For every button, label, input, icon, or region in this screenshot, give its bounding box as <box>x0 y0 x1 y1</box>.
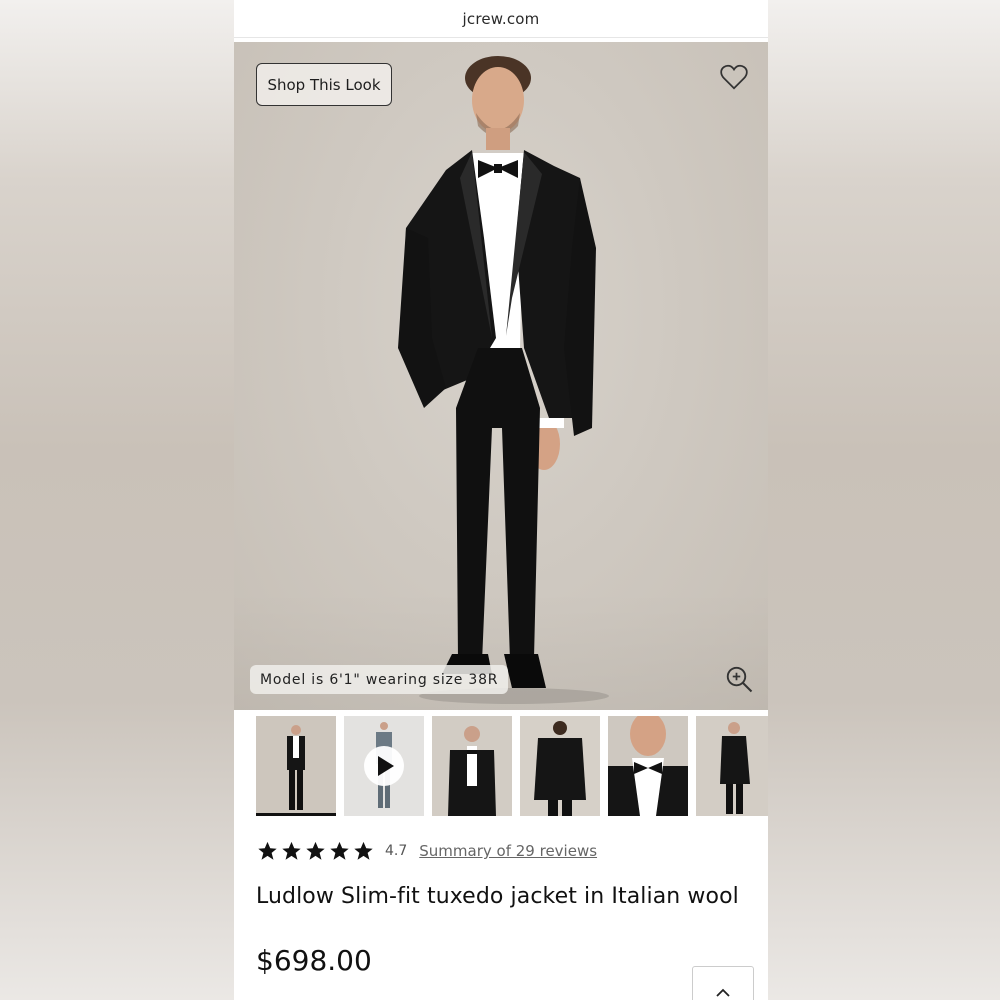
star-icon <box>306 841 325 860</box>
thumbnail-strip <box>234 716 768 818</box>
zoom-in-icon[interactable] <box>724 664 754 694</box>
thumbnail-video[interactable] <box>344 716 424 816</box>
product-hero-image[interactable]: Shop This Look Model is 6'1" wearing siz… <box>234 42 768 710</box>
reviews-summary-link[interactable]: Summary of 29 reviews <box>419 842 597 860</box>
star-icon <box>330 841 349 860</box>
rating-value: 4.7 <box>385 843 408 859</box>
model-photo <box>398 56 609 704</box>
thumbnail-full-body-front[interactable] <box>256 716 336 816</box>
right-background <box>768 0 1000 1000</box>
chevron-up-icon <box>716 988 730 997</box>
star-rating <box>256 840 375 862</box>
shop-this-look-button[interactable]: Shop This Look <box>256 63 392 106</box>
product-title: Ludlow Slim-fit tuxedo jacket in Italian… <box>256 884 739 909</box>
thumbnail-upper-body-front[interactable] <box>432 716 512 816</box>
star-icon <box>354 841 373 860</box>
star-icon <box>282 841 301 860</box>
address-bar[interactable]: jcrew.com <box>234 0 768 38</box>
star-icon <box>258 841 277 860</box>
model-info-label: Model is 6'1" wearing size 38R <box>250 665 509 694</box>
thumbnail-collar-detail[interactable] <box>608 716 688 816</box>
rating-row: 4.7 Summary of 29 reviews <box>256 838 597 864</box>
mobile-page: jcrew.com Shop This Look Model is 6'1" w… <box>234 0 768 1000</box>
left-background <box>0 0 234 1000</box>
thumbnail-back-view[interactable] <box>520 716 600 816</box>
product-price: $698.00 <box>256 944 372 977</box>
url-text: jcrew.com <box>462 9 540 28</box>
scroll-to-top-button[interactable] <box>692 966 754 1000</box>
thumbnail-side-view[interactable] <box>696 716 768 816</box>
heart-icon[interactable] <box>719 62 749 92</box>
